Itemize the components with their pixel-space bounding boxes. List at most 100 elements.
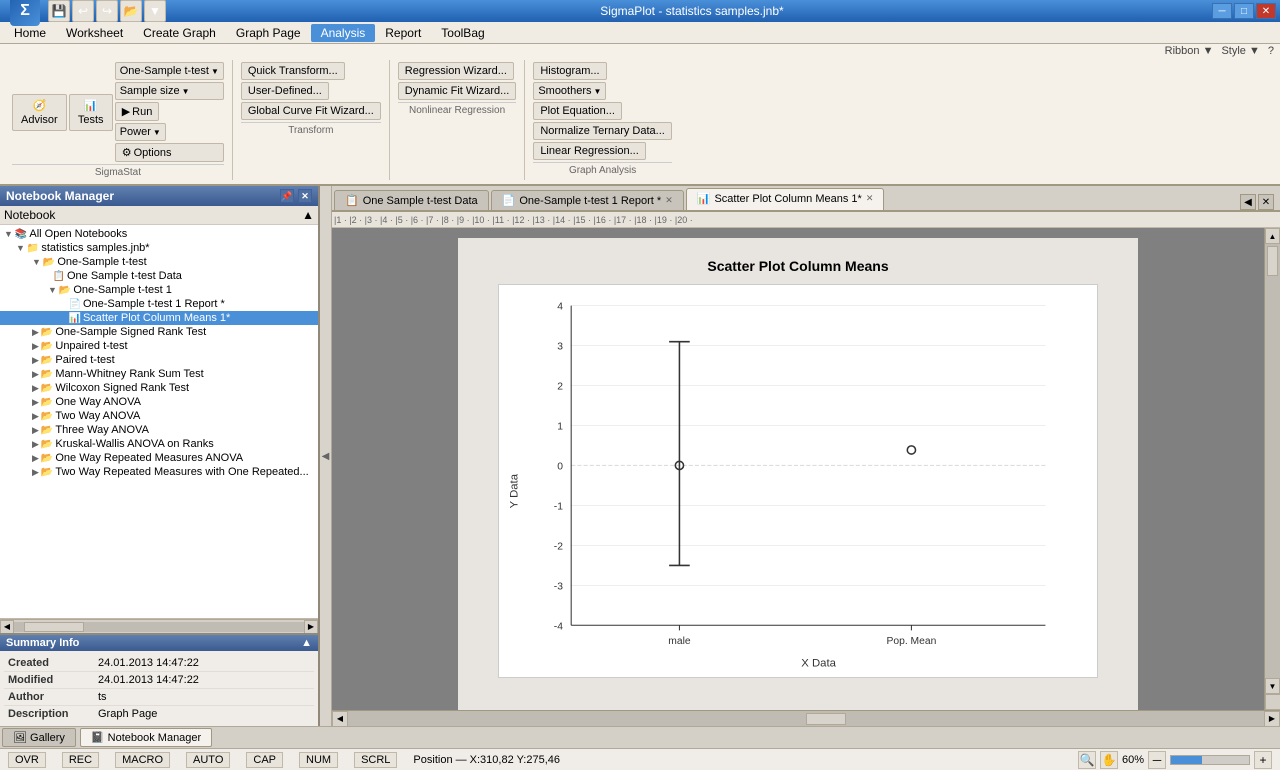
tests-button[interactable]: 📊 Tests — [69, 94, 113, 131]
histogram-button[interactable]: Histogram... — [533, 62, 606, 80]
minimize-button[interactable]: ─ — [1212, 3, 1232, 19]
hand-tool-button[interactable]: ✋ — [1100, 751, 1118, 769]
tree-item-wilcoxon[interactable]: ▶ 📂 Wilcoxon Signed Rank Test — [0, 381, 318, 395]
smoothers-dropdown[interactable]: Smoothers ▼ — [533, 82, 606, 100]
paired-folder-icon: 📂 — [41, 355, 53, 366]
undo-button[interactable]: ↩ — [72, 0, 94, 22]
menu-toolbag[interactable]: ToolBag — [431, 24, 494, 42]
tree-item-jnb[interactable]: ▼ 📁 statistics samples.jnb* — [0, 241, 318, 255]
menu-graph-page[interactable]: Graph Page — [226, 24, 311, 42]
tree-item-paired[interactable]: ▶ 📂 Paired t-test — [0, 353, 318, 367]
zoom-minus-button[interactable]: ─ — [1148, 751, 1166, 769]
run-button[interactable]: ▶ Run — [115, 102, 160, 121]
open-button[interactable]: 📂 — [120, 0, 142, 22]
tab-report-label: One-Sample t-test 1 Report * — [519, 195, 661, 207]
user-defined-button[interactable]: User-Defined... — [241, 82, 329, 100]
dropdown-btn[interactable]: ▼ — [144, 0, 166, 22]
graph-analysis-title: Graph Analysis — [533, 162, 672, 176]
options-button[interactable]: ⚙ Options — [115, 143, 224, 162]
maximize-button[interactable]: □ — [1234, 3, 1254, 19]
wilcoxon-folder-icon: 📂 — [41, 383, 53, 394]
global-curve-fit-button[interactable]: Global Curve Fit Wizard... — [241, 102, 381, 120]
tree-hscroll[interactable]: ◀ ▶ — [0, 619, 318, 633]
scroll-down-button[interactable]: ▼ — [1265, 678, 1280, 694]
tree-item-one-way-repeated[interactable]: ▶ 📂 One Way Repeated Measures ANOVA — [0, 451, 318, 465]
tree-item-one-sample-ttest[interactable]: ▼ 📂 One-Sample t-test — [0, 255, 318, 269]
tab-prev-button[interactable]: ◀ — [1240, 194, 1256, 210]
tests-label: Tests — [78, 114, 104, 126]
linear-regression-button[interactable]: Linear Regression... — [533, 142, 645, 160]
quick-transform-button[interactable]: Quick Transform... — [241, 62, 345, 80]
tree-item-data[interactable]: 📋 One Sample t-test Data — [0, 269, 318, 283]
hscroll-thumb[interactable] — [806, 713, 846, 725]
tree-item-signed-rank[interactable]: ▶ 📂 One-Sample Signed Rank Test — [0, 325, 318, 339]
tree-item-two-way[interactable]: ▶ 📂 Two Way ANOVA — [0, 409, 318, 423]
test-type-dropdown[interactable]: One-Sample t-test ▼ — [115, 62, 224, 80]
tree-item-mann[interactable]: ▶ 📂 Mann-Whitney Rank Sum Test — [0, 367, 318, 381]
tree-hscroll-thumb[interactable] — [24, 622, 84, 632]
gallery-tab[interactable]: 🖼 Gallery — [2, 728, 76, 747]
ovr-status: OVR — [8, 752, 46, 768]
collapse-icon[interactable]: ▲ — [302, 208, 314, 222]
ribbon-top: Ribbon ▼ Style ▼ ? — [0, 44, 1280, 58]
close-button[interactable]: ✕ — [1256, 3, 1276, 19]
tree-item-kruskal[interactable]: ▶ 📂 Kruskal-Wallis ANOVA on Ranks — [0, 437, 318, 451]
tree-item-scatter[interactable]: 📊 Scatter Plot Column Means 1* — [0, 311, 318, 325]
normalize-ternary-button[interactable]: Normalize Ternary Data... — [533, 122, 672, 140]
collapse-handle[interactable]: ◀ — [320, 186, 332, 726]
tab-scatter-close-icon[interactable]: ✕ — [866, 193, 874, 204]
two-way-icon: ▶ — [32, 411, 39, 422]
onesample-label: One-Sample t-test — [57, 256, 146, 268]
regression-wizard-button[interactable]: Regression Wizard... — [398, 62, 514, 80]
notebook-manager-tab[interactable]: 📓 Notebook Manager — [80, 728, 212, 747]
hscroll-left-btn[interactable]: ◀ — [0, 620, 14, 634]
power-dropdown[interactable]: Power ▼ — [115, 123, 166, 141]
redo-button[interactable]: ↪ — [96, 0, 118, 22]
right-scrollbar: ▲ ▼ — [1264, 228, 1280, 710]
save-button[interactable]: 💾 — [48, 0, 70, 22]
menu-create-graph[interactable]: Create Graph — [133, 24, 226, 42]
help-icon[interactable]: ? — [1268, 45, 1274, 57]
zoom-out-button[interactable]: 🔍 — [1078, 751, 1096, 769]
tree-item-report[interactable]: 📄 One-Sample t-test 1 Report * — [0, 297, 318, 311]
paired-label: Paired t-test — [55, 354, 114, 366]
menu-home[interactable]: Home — [4, 24, 56, 42]
sample-size-dropdown[interactable]: Sample size ▼ — [115, 82, 224, 100]
options-label: Options — [134, 147, 172, 159]
tree-item-unpaired[interactable]: ▶ 📂 Unpaired t-test — [0, 339, 318, 353]
scroll-thumb[interactable] — [1267, 246, 1278, 276]
menu-analysis[interactable]: Analysis — [311, 24, 376, 42]
tab-report[interactable]: 📄 One-Sample t-test 1 Report * ✕ — [491, 190, 684, 210]
scroll-up-button[interactable]: ▲ — [1265, 228, 1280, 244]
tree-item-two-way-repeated[interactable]: ▶ 📂 Two Way Repeated Measures with One R… — [0, 465, 318, 479]
tab-data[interactable]: 📋 One Sample t-test Data — [334, 190, 489, 210]
transform-group: Quick Transform... User-Defined... Globa… — [233, 60, 390, 180]
plot-equation-button[interactable]: Plot Equation... — [533, 102, 622, 120]
tab-close-all-button[interactable]: ✕ — [1258, 194, 1274, 210]
zoom-plus-button[interactable]: + — [1254, 751, 1272, 769]
wilcoxon-label: Wilcoxon Signed Rank Test — [55, 382, 189, 394]
hscroll-right-button[interactable]: ▶ — [1264, 711, 1280, 727]
tree-container: ▼ 📚 All Open Notebooks ▼ 📁 statistics sa… — [0, 225, 318, 619]
advisor-button[interactable]: 🧭 Advisor — [12, 94, 67, 131]
hscroll-left-button[interactable]: ◀ — [332, 711, 348, 727]
dynamic-fit-button[interactable]: Dynamic Fit Wizard... — [398, 82, 517, 100]
tree-item-all-notebooks[interactable]: ▼ 📚 All Open Notebooks — [0, 227, 318, 241]
test-type-label: One-Sample t-test — [120, 65, 209, 77]
hscroll-right-btn[interactable]: ▶ — [304, 620, 318, 634]
paired-icon: ▶ — [32, 355, 39, 366]
panel-close-button[interactable]: ✕ — [298, 189, 312, 203]
tab-scatter[interactable]: 📊 Scatter Plot Column Means 1* ✕ — [686, 188, 885, 210]
tab-report-close-icon[interactable]: ✕ — [665, 195, 673, 206]
menu-report[interactable]: Report — [375, 24, 431, 42]
zoom-slider[interactable] — [1170, 755, 1250, 765]
rec-status: REC — [62, 752, 99, 768]
tree-item-one-way[interactable]: ▶ 📂 One Way ANOVA — [0, 395, 318, 409]
summary-collapse-icon[interactable]: ▲ — [301, 637, 312, 649]
tree-item-test1[interactable]: ▼ 📂 One-Sample t-test 1 — [0, 283, 318, 297]
test1-expand-icon: ▼ — [48, 285, 57, 295]
tree-item-three-way[interactable]: ▶ 📂 Three Way ANOVA — [0, 423, 318, 437]
panel-pin-button[interactable]: 📌 — [280, 189, 294, 203]
three-way-icon: ▶ — [32, 425, 39, 436]
menu-worksheet[interactable]: Worksheet — [56, 24, 133, 42]
